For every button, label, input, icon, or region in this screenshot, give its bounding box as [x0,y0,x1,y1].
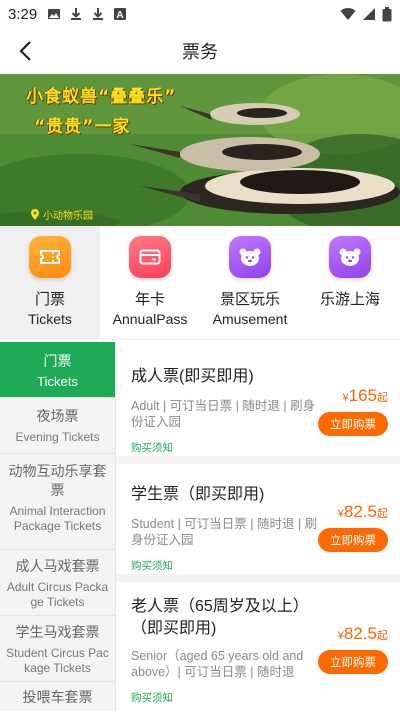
ticket-card[interactable]: 成人票(即买即用) Adult | 可订当日票 | 随时退 | 刷身份证入园 购… [116,342,400,464]
category-nav: 门票 Tickets 年卡 AnnualPass 景区玩乐 Amusement … [0,226,400,340]
ticket-price: ¥82.5起 [337,502,388,521]
svg-text:A: A [117,10,124,21]
purchase-notice-link[interactable]: 购买须知 [131,690,388,711]
buy-now-button[interactable]: 立即购票 [318,528,388,552]
system-icons [340,6,392,22]
ticket-price: ¥165起 [342,386,389,405]
ticket-description: Adult | 可订当日票 | 随时退 | 刷身份证入园 [131,399,316,429]
banner-logo-text: 小动物乐园 [43,211,93,222]
back-arrow-icon [19,41,31,61]
image-icon [48,9,61,19]
category-label-cn: 乐游上海 [319,291,380,308]
card-icon [129,236,171,278]
ticket-browser: 门票 Tickets 夜场票 Evening Tickets 动物互动乐享套票 … [0,342,400,711]
bear-face-icon [229,236,271,278]
font-a-icon: A [114,8,127,21]
category-annual-pass[interactable]: 年卡 AnnualPass [100,226,200,340]
purchase-notice-link[interactable]: 购买须知 [131,558,388,583]
ticket-price: ¥82.5起 [337,624,388,643]
signal-icon [363,8,375,20]
status-time: 3:29 [8,5,38,23]
sidebar-item-student-circus[interactable]: 学生马戏套票 Student Circus Package Tickets [0,616,115,682]
buy-now-button[interactable]: 立即购票 [318,412,388,436]
ticket-type-sidebar: 门票 Tickets 夜场票 Evening Tickets 动物互动乐享套票 … [0,342,116,711]
location-pin-icon [31,208,39,220]
download-icon [71,8,82,20]
sidebar-item-label-cn: 动物互动乐享套票 [8,463,107,498]
category-label-en: Tickets [28,311,72,327]
category-label-en: Amusement [212,311,288,327]
category-tickets[interactable]: 门票 Tickets [0,226,100,340]
price-box: ¥165起 立即购票 [318,386,388,436]
ticket-card[interactable]: 老人票（65周岁及以上）（即买即用) Senior（aged 65 years … [116,582,400,711]
ticket-title: 成人票(即买即用) [131,368,254,385]
battery-icon [382,6,392,21]
download-icon [93,8,104,20]
purchase-notice-link[interactable]: 购买须知 [131,440,388,465]
ticket-list: 成人票(即买即用) Adult | 可订当日票 | 随时退 | 刷身份证入园 购… [116,342,400,711]
ticket-icon [29,236,71,278]
ticket-title: 学生票（即买即用) [131,486,265,503]
sidebar-item-label-cn: 成人马戏套票 [15,558,100,574]
price-box: ¥82.5起 立即购票 [318,502,388,552]
price-box: ¥82.5起 立即购票 [318,624,388,674]
sidebar-item-adult-circus[interactable]: 成人马戏套票 Adult Circus Package Tickets [0,550,115,616]
ticket-description: Senior（aged 65 years old and above）| 可订当… [131,649,304,679]
category-label-cn: 年卡 [134,291,165,308]
back-button[interactable] [8,34,42,68]
ticket-card[interactable]: 学生票（即买即用) Student | 可订当日票 | 随时退 | 刷身份证入园… [116,464,400,582]
sidebar-item-label-cn: 夜场票 [36,408,79,424]
sidebar-item-label-cn: 学生马戏套票 [15,624,100,640]
sidebar-item-label-en: Evening Tickets [15,430,100,444]
sidebar-item-label-en: Animal Interaction Package Tickets [9,504,106,533]
category-shanghai[interactable]: 乐游上海 [300,226,400,340]
category-label-en: AnnualPass [112,311,188,327]
banner-subheadline: “贵贵”一家 [34,117,131,137]
sidebar-item-animal-package[interactable]: 动物互动乐享套票 Animal Interaction Package Tick… [0,454,115,550]
page-title: 票务 [182,42,218,62]
category-label-cn: 门票 [34,291,65,308]
sidebar-item-tickets[interactable]: 门票 Tickets [0,342,115,398]
buy-now-button[interactable]: 立即购票 [318,650,388,674]
bear-face-icon [329,236,371,278]
category-amusement[interactable]: 景区玩乐 Amusement [200,226,300,340]
sidebar-item-label-cn: 门票 [43,353,72,369]
wifi-icon [340,8,356,20]
status-bar: 3:29 A [0,0,400,28]
banner-headline: 小食蚁兽“叠叠乐” [26,87,177,107]
header: 票务 [0,28,400,74]
ticket-page: 3:29 A 票务 小食蚁兽“叠叠乐” “贵贵”一家 小动物乐园 门票 Tick… [0,0,400,711]
banner-logo: 小动物乐园 [30,207,93,222]
sidebar-item-label-cn: 投喂车套票 [22,689,93,705]
sidebar-item-label-en: Student Circus Package Tickets [6,646,109,675]
sidebar-item-feeding-cart[interactable]: 投喂车套票 [0,682,115,711]
category-label-cn: 景区玩乐 [219,291,280,308]
notification-icons: A [47,7,127,21]
sidebar-item-evening[interactable]: 夜场票 Evening Tickets [0,398,115,454]
promo-banner[interactable]: 小食蚁兽“叠叠乐” “贵贵”一家 小动物乐园 [0,74,400,226]
ticket-title: 老人票（65周岁及以上）（即买即用) [131,598,309,637]
ticket-description: Student | 可订当日票 | 随时退 | 刷身份证入园 [131,517,318,547]
sidebar-item-label-en: Tickets [37,374,78,389]
sidebar-item-label-en: Adult Circus Package Tickets [6,580,109,609]
